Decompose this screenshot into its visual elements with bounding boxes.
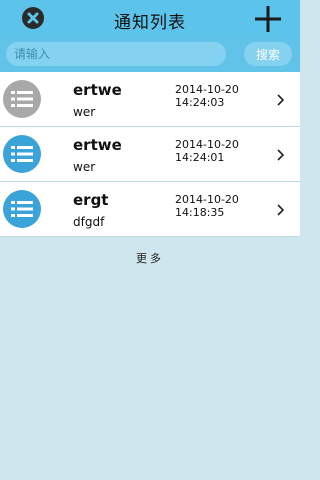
list-icon — [3, 190, 41, 228]
chevron-right-icon — [276, 92, 286, 106]
item-content: wer — [73, 105, 96, 119]
item-title: ertwe — [73, 81, 122, 99]
notification-list: ertwe wer 2014-10-20 14:24:03 ertwe wer … — [0, 72, 300, 237]
list-icon — [3, 135, 41, 173]
item-title: ertwe — [73, 136, 122, 154]
item-time: 14:24:03 — [175, 96, 225, 109]
item-timestamp: 2014-10-20 14:18:35 — [175, 193, 239, 219]
list-item[interactable]: ertwe wer 2014-10-20 14:24:03 — [0, 72, 300, 127]
search-bar: 搜索 — [0, 38, 300, 72]
chevron-right-icon — [276, 147, 286, 161]
list-item[interactable]: ertwe wer 2014-10-20 14:24:01 — [0, 127, 300, 182]
search-input[interactable] — [6, 42, 226, 66]
item-date: 2014-10-20 — [175, 138, 239, 151]
load-more-button[interactable]: 更多 — [0, 250, 300, 266]
header-bar: 通知列表 — [0, 0, 300, 38]
search-button[interactable]: 搜索 — [244, 42, 292, 66]
item-time: 14:18:35 — [175, 206, 225, 219]
list-icon — [3, 80, 41, 118]
item-timestamp: 2014-10-20 14:24:01 — [175, 138, 239, 164]
item-title: ergt — [73, 191, 109, 209]
item-content: dfgdf — [73, 215, 105, 229]
item-date: 2014-10-20 — [175, 83, 239, 96]
plus-icon[interactable] — [254, 5, 282, 33]
item-date: 2014-10-20 — [175, 193, 239, 206]
chevron-right-icon — [276, 202, 286, 216]
list-item[interactable]: ergt dfgdf 2014-10-20 14:18:35 — [0, 182, 300, 237]
item-time: 14:24:01 — [175, 151, 225, 164]
item-timestamp: 2014-10-20 14:24:03 — [175, 83, 239, 109]
item-content: wer — [73, 160, 96, 174]
